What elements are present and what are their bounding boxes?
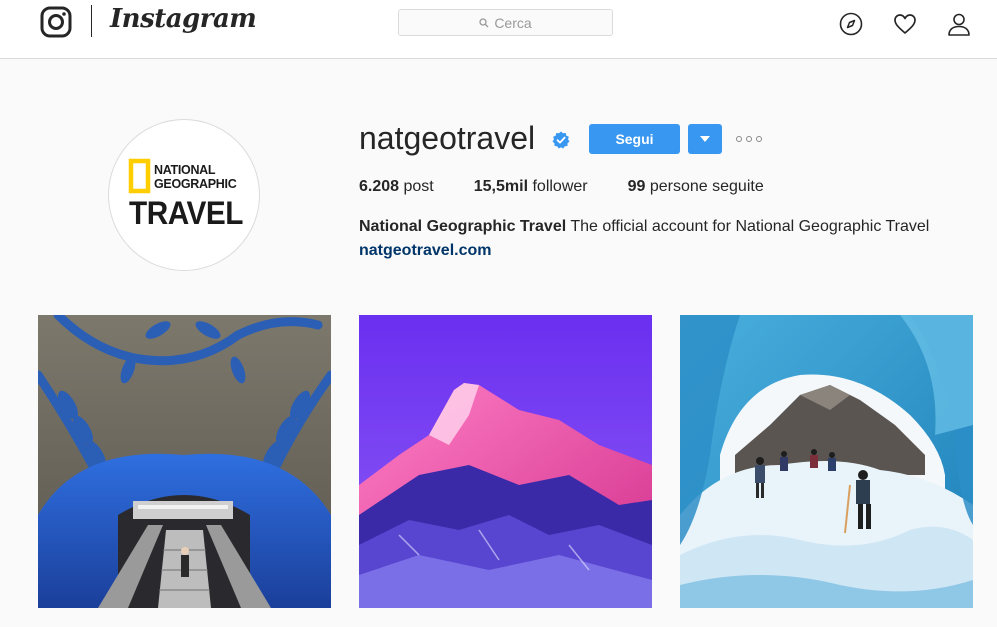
caret-down-icon: [700, 136, 710, 142]
logo-line1: NATIONAL: [154, 163, 216, 177]
heart-icon[interactable]: [893, 12, 917, 36]
bio-text: The official account for National Geogra…: [570, 218, 930, 235]
search-icon: [479, 17, 489, 27]
natgeo-travel-logo: NATIONAL GEOGRAPHIC TRAVEL: [128, 158, 244, 231]
nav-divider: [91, 5, 92, 37]
mountain-sunset-image: [359, 315, 652, 608]
subway-station-image: [38, 315, 331, 608]
instagram-wordmark[interactable]: Instagram: [110, 4, 257, 34]
logo-line2: GEOGRAPHIC: [154, 177, 237, 191]
dot-icon: [736, 136, 742, 142]
avatar[interactable]: NATIONAL GEOGRAPHIC TRAVEL: [108, 119, 260, 271]
search-placeholder: Cerca: [494, 14, 532, 31]
suggestions-dropdown-button[interactable]: [688, 124, 722, 154]
more-options-button[interactable]: [736, 131, 762, 147]
person-icon[interactable]: [947, 12, 971, 36]
top-nav: Instagram Cerca: [0, 0, 997, 59]
dot-icon: [756, 136, 762, 142]
follow-button[interactable]: Segui: [589, 124, 680, 154]
instagram-logo-icon[interactable]: [40, 6, 72, 38]
profile-bio: National Geographic Travel The official …: [359, 218, 929, 236]
following-count[interactable]: 99 persone seguite: [628, 178, 764, 196]
posts-count: 6.208 post: [359, 178, 434, 195]
verified-badge-icon: [552, 131, 570, 149]
profile-website-link[interactable]: natgeotravel.com: [359, 242, 491, 260]
logo-line3: TRAVEL: [129, 195, 243, 231]
bio-full-name: National Geographic Travel: [359, 218, 567, 235]
profile-stats: 6.208 post 15,5mil follower 99 persone s…: [359, 178, 804, 196]
dot-icon: [746, 136, 752, 142]
profile-username: natgeotravel: [359, 120, 536, 156]
post-thumbnail-ice-cave[interactable]: [680, 315, 973, 608]
search-input[interactable]: Cerca: [398, 9, 613, 36]
ice-cave-image: [680, 315, 973, 608]
compass-icon[interactable]: [839, 12, 863, 36]
followers-count[interactable]: 15,5mil follower: [474, 178, 588, 196]
post-thumbnail-mountain[interactable]: [359, 315, 652, 608]
post-thumbnail-subway[interactable]: [38, 315, 331, 608]
